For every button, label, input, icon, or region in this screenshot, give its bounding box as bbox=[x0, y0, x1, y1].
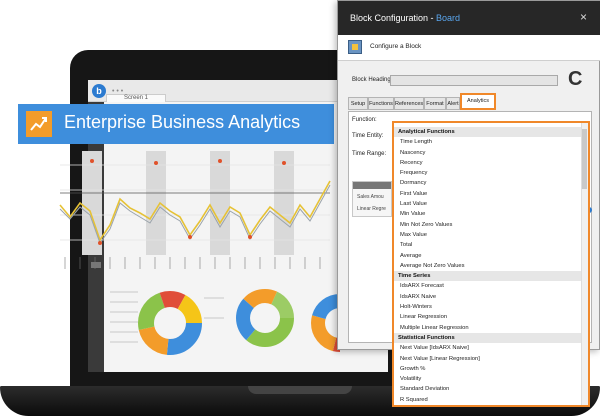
tab-analytics[interactable]: Analytics bbox=[460, 93, 496, 110]
dropdown-option[interactable]: Standard Deviation bbox=[394, 384, 583, 394]
dropdown-option[interactable]: Next Value [IdsARX Naive] bbox=[394, 343, 583, 353]
tab-format[interactable]: Format bbox=[424, 97, 446, 110]
corner-letter: C bbox=[568, 68, 583, 90]
donut-charts bbox=[110, 289, 340, 355]
dropdown-option[interactable]: Frequency bbox=[394, 168, 583, 178]
tab-setup[interactable]: Setup bbox=[348, 97, 368, 110]
x-tick-marks bbox=[64, 257, 321, 269]
mini-grid-row[interactable]: Linear Regre bbox=[357, 206, 386, 212]
dialog-title-prefix: Block Configuration - bbox=[350, 13, 437, 23]
hero-banner: Enterprise Business Analytics bbox=[18, 104, 334, 144]
dialog-titlebar: Block Configuration - Board × bbox=[338, 1, 600, 35]
dropdown-option[interactable]: IdsARX Naive bbox=[394, 292, 583, 302]
mini-grid: Sales Amou Linear Regre bbox=[352, 181, 392, 217]
line-chart bbox=[59, 151, 331, 269]
dropdown-option[interactable]: First Value bbox=[394, 189, 583, 199]
dropdown-option[interactable]: Max Value bbox=[394, 230, 583, 240]
tab-screen-1[interactable]: Screen 1 bbox=[106, 94, 166, 102]
dropdown-option[interactable]: Linear Regression bbox=[394, 312, 583, 322]
laptop-notch bbox=[248, 386, 352, 394]
dropdown-option[interactable]: Multiple Linear Regression bbox=[394, 323, 583, 333]
dropdown-option[interactable]: Average bbox=[394, 251, 583, 261]
dropdown-group-header: Time Series bbox=[394, 271, 583, 282]
dropdown-option[interactable]: Min Not Zero Values bbox=[394, 220, 583, 230]
dropdown-option[interactable]: Average Not Zero Values bbox=[394, 261, 583, 271]
block-heading-input[interactable] bbox=[390, 75, 558, 86]
configure-icon bbox=[348, 40, 362, 54]
chart-bands bbox=[82, 151, 294, 255]
mini-grid-row[interactable]: Sales Amou bbox=[357, 194, 384, 200]
tab-references[interactable]: References bbox=[394, 97, 424, 110]
mini-grid-header bbox=[353, 182, 391, 189]
app-logo-icon[interactable]: b bbox=[92, 84, 106, 98]
tab-alert[interactable]: Alert bbox=[446, 97, 460, 110]
dropdown-option[interactable]: R Squared bbox=[394, 395, 583, 405]
donut-2 bbox=[236, 289, 294, 347]
time-entity-label: Time Entity: bbox=[352, 133, 384, 139]
time-range-label: Time Range: bbox=[352, 151, 387, 157]
dropdown-group-header: Statistical Functions bbox=[394, 332, 583, 344]
dropdown-option[interactable]: Volatility bbox=[394, 374, 583, 384]
dropdown-group-header: Analytical Functions bbox=[394, 127, 583, 138]
tab-functions[interactable]: Functions bbox=[368, 97, 394, 110]
donut-1 bbox=[138, 291, 202, 355]
hero-title: Enterprise Business Analytics bbox=[64, 112, 301, 132]
dropdown-option[interactable]: Next Value [Linear Regression] bbox=[394, 354, 583, 364]
function-dropdown-list[interactable]: Analytical Functions Time Length Nascency R… bbox=[392, 121, 590, 407]
block-heading-label: Block Heading: bbox=[352, 77, 393, 83]
dropdown-option[interactable]: Min Value bbox=[394, 209, 583, 219]
dropdown-option[interactable]: Holt-Winters bbox=[394, 302, 583, 312]
scrollbar-thumb[interactable] bbox=[582, 129, 587, 189]
dropdown-option[interactable]: Last Value bbox=[394, 199, 583, 209]
list-scrollbar[interactable] bbox=[581, 123, 588, 405]
dropdown-option[interactable]: Total bbox=[394, 240, 583, 250]
chart-icon bbox=[26, 111, 52, 137]
dialog-subheader: Configure a Block bbox=[338, 35, 600, 61]
dropdown-items: Analytical Functions Time Length Nascency R… bbox=[394, 127, 583, 405]
dropdown-option[interactable]: Time Length bbox=[394, 137, 583, 147]
dropdown-option[interactable]: IdsARX Forecast bbox=[394, 281, 583, 291]
dropdown-option[interactable]: Recency bbox=[394, 158, 583, 168]
configure-label: Configure a Block bbox=[370, 43, 422, 50]
dropdown-option[interactable]: Nascency bbox=[394, 148, 583, 158]
dropdown-option[interactable]: Dormancy bbox=[394, 178, 583, 188]
function-label: Function: bbox=[352, 117, 377, 123]
close-icon[interactable]: × bbox=[580, 10, 587, 24]
dropdown-option[interactable]: Growth % bbox=[394, 364, 583, 374]
dialog-title-accent: Board bbox=[436, 13, 461, 23]
dialog-title: Block Configuration - Board bbox=[350, 13, 460, 23]
